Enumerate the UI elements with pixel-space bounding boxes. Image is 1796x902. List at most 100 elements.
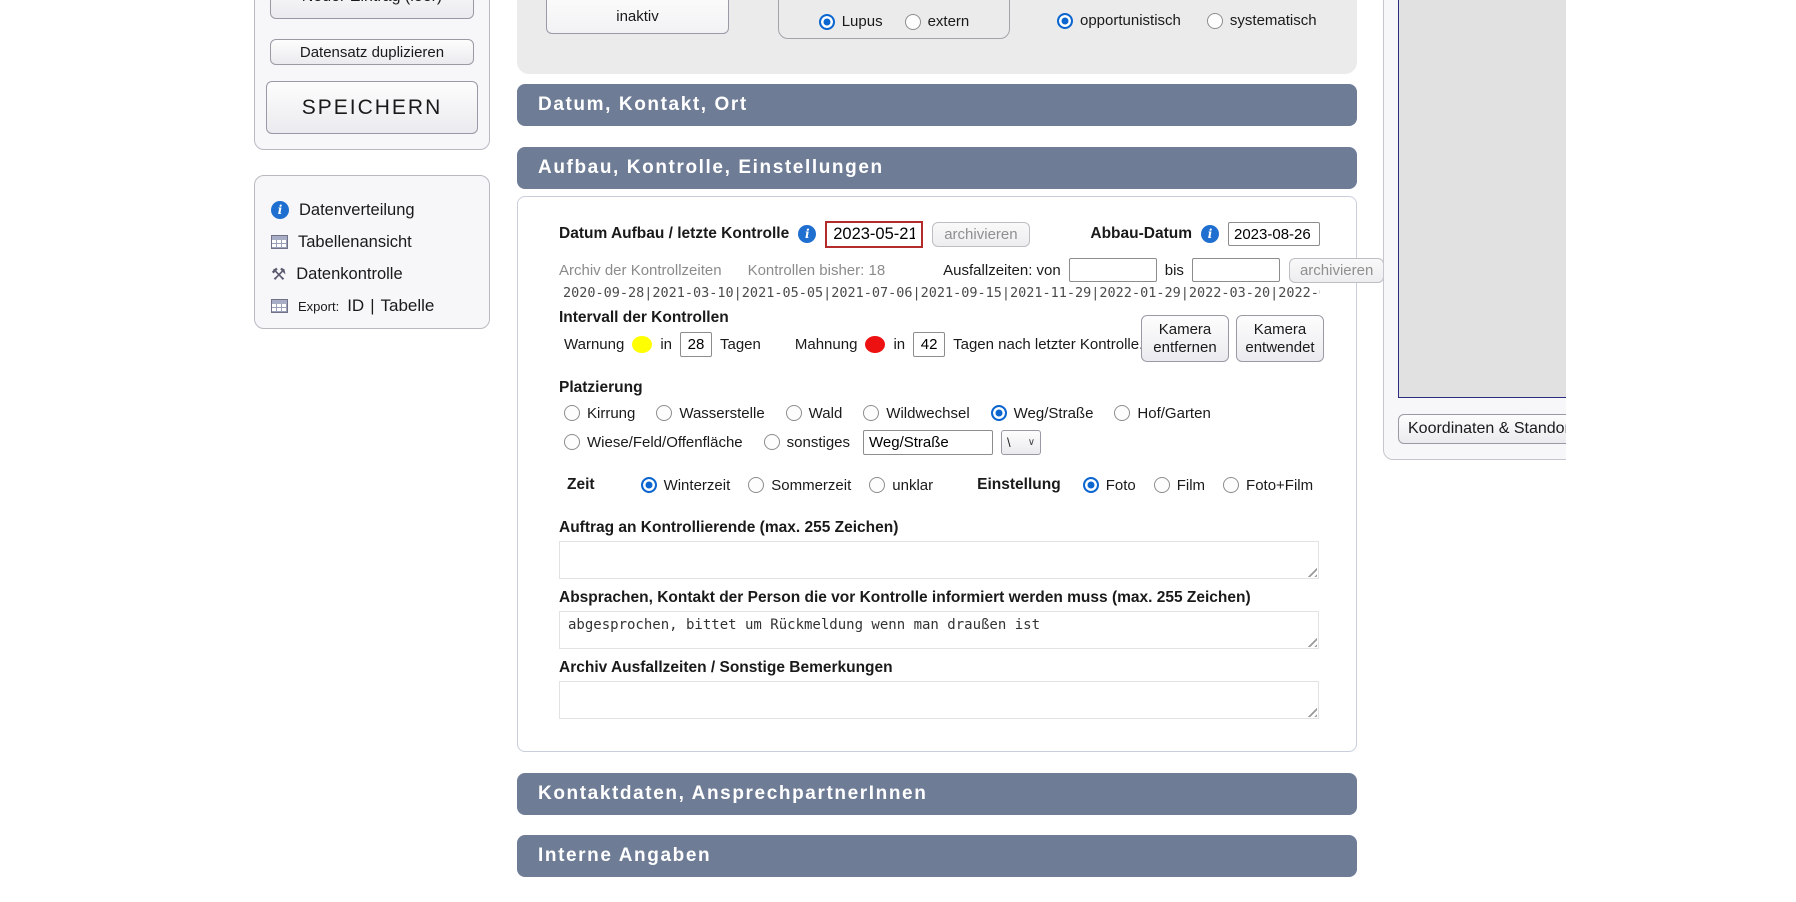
radio-label: sonstiges bbox=[787, 434, 850, 451]
radio-label: systematisch bbox=[1230, 12, 1317, 29]
radio-hof-garten[interactable]: Hof/Garten bbox=[1114, 405, 1210, 422]
radio-icon bbox=[764, 434, 780, 450]
abbau-date-label: Abbau-Datum bbox=[1090, 225, 1192, 243]
tagen-label: Tagen bbox=[720, 336, 761, 353]
tools-menu-panel: i Datenverteilung Tabellenansicht ⚒ Date… bbox=[254, 175, 490, 329]
platzierung-label-row: Platzierung bbox=[559, 379, 1320, 397]
radio-icon bbox=[1083, 477, 1099, 493]
radio-label: Wildwechsel bbox=[886, 405, 969, 422]
radio-sonstiges[interactable]: sonstiges bbox=[764, 434, 850, 451]
radio-opportunistisch[interactable]: opportunistisch bbox=[1057, 12, 1181, 29]
menu-item-datenverteilung[interactable]: i Datenverteilung bbox=[271, 194, 489, 226]
radio-wasserstelle[interactable]: Wasserstelle bbox=[656, 405, 764, 422]
abbau-date-input[interactable] bbox=[1228, 222, 1320, 246]
radio-foto-film[interactable]: Foto+Film bbox=[1223, 477, 1313, 494]
absprachen-textarea[interactable]: abgesprochen, bittet um Rückmeldung wenn… bbox=[559, 611, 1319, 649]
radio-kirrung[interactable]: Kirrung bbox=[564, 405, 635, 422]
project-radio-group: Lupus extern bbox=[778, 0, 1010, 39]
radio-label: Wiese/Feld/Offenfläche bbox=[587, 434, 743, 451]
radio-label: Kirrung bbox=[587, 405, 635, 422]
radio-weg-strasse[interactable]: Weg/Straße bbox=[991, 405, 1094, 422]
archiv-bemerkungen-label: Archiv Ausfallzeiten / Sonstige Bemerkun… bbox=[559, 659, 893, 677]
export-separator: | bbox=[370, 297, 374, 316]
info-icon[interactable]: i bbox=[1201, 225, 1219, 243]
aufbau-date-input[interactable] bbox=[825, 221, 923, 248]
section-header-aufbau[interactable]: Aufbau, Kontrolle, Einstellungen bbox=[517, 147, 1357, 189]
table-icon bbox=[271, 299, 288, 313]
save-button[interactable]: SPEICHERN bbox=[266, 81, 478, 134]
page: Neuer Eintrag (leer) Datensatz duplizier… bbox=[0, 0, 1796, 902]
radio-label: Film bbox=[1177, 477, 1205, 494]
radio-winterzeit[interactable]: Winterzeit bbox=[641, 477, 731, 494]
archiv-bemerkungen-textarea[interactable] bbox=[559, 681, 1319, 719]
inaktiv-button[interactable]: inaktiv bbox=[546, 0, 729, 34]
sonstiges-input[interactable] bbox=[863, 430, 993, 455]
map-panel: Koordinaten & Standort bbox=[1383, 0, 1566, 460]
warning-yellow-dot bbox=[632, 336, 652, 353]
mahnung-days-input[interactable] bbox=[913, 332, 945, 357]
section-header-kontaktdaten[interactable]: Kontaktdaten, AnsprechpartnerInnen bbox=[517, 773, 1357, 815]
radio-label: Sommerzeit bbox=[771, 477, 851, 494]
radio-label: unklar bbox=[892, 477, 933, 494]
koordinaten-standort-button[interactable]: Koordinaten & Standort bbox=[1398, 414, 1566, 444]
kamera-entwendet-button[interactable]: Kamera entwendet bbox=[1236, 315, 1324, 362]
archivieren-button[interactable]: archivieren bbox=[932, 222, 1029, 247]
zeit-einstellung-row: Zeit Winterzeit Sommerzeit unklar Einste… bbox=[567, 473, 1320, 497]
mahnung-red-dot bbox=[865, 336, 885, 353]
auftrag-label-row: Auftrag an Kontrollierende (max. 255 Zei… bbox=[559, 519, 1320, 537]
radio-foto[interactable]: Foto bbox=[1083, 477, 1136, 494]
kamera-buttons: Kamera entfernen Kamera entwendet bbox=[1141, 315, 1324, 362]
mode-radio-group: opportunistisch systematisch bbox=[1057, 12, 1317, 29]
radio-icon bbox=[1223, 477, 1239, 493]
auftrag-textarea[interactable] bbox=[559, 541, 1319, 579]
platzierung-row1: Kirrung Wasserstelle Wald Wildwechsel We… bbox=[564, 401, 1320, 425]
export-id-link[interactable]: ID bbox=[347, 296, 364, 316]
info-icon[interactable]: i bbox=[798, 225, 816, 243]
radio-lupus[interactable]: Lupus bbox=[819, 13, 883, 30]
radio-sommerzeit[interactable]: Sommerzeit bbox=[748, 477, 851, 494]
right-panel-clip: Koordinaten & Standort bbox=[1383, 0, 1566, 470]
tagen-nach-label: Tagen nach letzter Kontrolle. bbox=[953, 336, 1143, 353]
archiv-kontrollzeiten-link[interactable]: Archiv der Kontrollzeiten bbox=[559, 262, 722, 279]
radio-unklar[interactable]: unklar bbox=[869, 477, 933, 494]
radio-label: Wasserstelle bbox=[679, 405, 764, 422]
platzierung-row2: Wiese/Feld/Offenfläche sonstiges \ ∨ bbox=[564, 429, 1320, 455]
auftrag-label: Auftrag an Kontrollierende (max. 255 Zei… bbox=[559, 519, 898, 537]
new-entry-button[interactable]: Neuer Eintrag (leer) bbox=[270, 0, 474, 19]
menu-item-datenkontrolle[interactable]: ⚒ Datenkontrolle bbox=[271, 258, 489, 290]
radio-label: Winterzeit bbox=[664, 477, 731, 494]
kamera-entfernen-button[interactable]: Kamera entfernen bbox=[1141, 315, 1229, 362]
radio-wiese-feld[interactable]: Wiese/Feld/Offenfläche bbox=[564, 434, 743, 451]
radio-icon bbox=[991, 405, 1007, 421]
aufbau-date-label: Datum Aufbau / letzte Kontrolle bbox=[559, 225, 789, 243]
menu-item-tabellenansicht[interactable]: Tabellenansicht bbox=[271, 226, 489, 258]
radio-label: opportunistisch bbox=[1080, 12, 1181, 29]
archivieren-ausfall-button[interactable]: archivieren bbox=[1289, 258, 1384, 283]
ausfall-bis-input[interactable] bbox=[1192, 258, 1280, 282]
archiv-bemerkungen-field bbox=[559, 681, 1319, 719]
platzierung-label: Platzierung bbox=[559, 379, 643, 397]
radio-icon bbox=[863, 405, 879, 421]
warnung-days-input[interactable] bbox=[680, 332, 712, 357]
radio-film[interactable]: Film bbox=[1154, 477, 1205, 494]
menu-item-export[interactable]: Export: ID | Tabelle bbox=[271, 290, 489, 322]
export-prefix: Export: bbox=[298, 299, 339, 314]
absprachen-label: Absprachen, Kontakt der Person die vor K… bbox=[559, 589, 1251, 607]
platzierung-dropdown[interactable]: \ ∨ bbox=[1001, 430, 1041, 455]
duplicate-record-button[interactable]: Datensatz duplizieren bbox=[270, 39, 474, 65]
chevron-down-icon: ∨ bbox=[1028, 437, 1035, 448]
radio-extern[interactable]: extern bbox=[905, 13, 970, 30]
radio-icon bbox=[1207, 13, 1223, 29]
zeit-label: Zeit bbox=[567, 476, 595, 494]
ausfall-von-input[interactable] bbox=[1069, 258, 1157, 282]
radio-wildwechsel[interactable]: Wildwechsel bbox=[863, 405, 969, 422]
menu-label: Datenkontrolle bbox=[296, 265, 402, 284]
radio-systematisch[interactable]: systematisch bbox=[1207, 12, 1317, 29]
radio-wald[interactable]: Wald bbox=[786, 405, 843, 422]
section-header-datum[interactable]: Datum, Kontakt, Ort bbox=[517, 84, 1357, 126]
dates-text: 2020-09-28|2021-03-10|2021-05-05|2021-07… bbox=[563, 285, 1320, 301]
table-icon bbox=[271, 235, 288, 249]
kontrollen-bisher-text: Kontrollen bisher: 18 bbox=[748, 262, 886, 279]
export-table-link[interactable]: Tabelle bbox=[380, 296, 434, 316]
section-header-interne-angaben[interactable]: Interne Angaben bbox=[517, 835, 1357, 877]
